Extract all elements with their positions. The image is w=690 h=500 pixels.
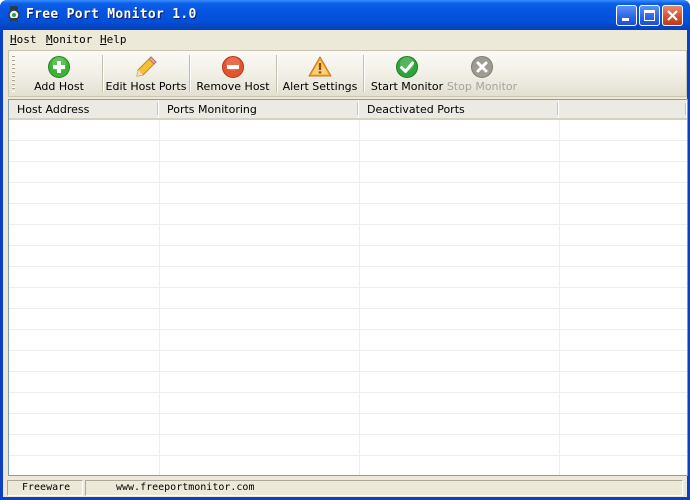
app-window: Free Port Monitor 1.0 Host Monitor Help … bbox=[0, 0, 690, 500]
menu-help[interactable]: Help bbox=[100, 33, 127, 46]
status-bar: Freeware www.freeportmonitor.com bbox=[3, 478, 687, 497]
checkmark-icon bbox=[396, 56, 418, 78]
edit-host-ports-button[interactable]: Edit Host Ports bbox=[105, 51, 187, 96]
column-header-host-address[interactable]: Host Address bbox=[9, 100, 159, 118]
window-title: Free Port Monitor 1.0 bbox=[26, 7, 197, 22]
toolbar-separator bbox=[102, 55, 104, 92]
toolbar-separator bbox=[363, 55, 365, 92]
list-header: Host Address Ports Monitoring Deactivate… bbox=[9, 100, 687, 120]
menu-monitor[interactable]: Monitor bbox=[46, 33, 92, 46]
toolbar-grip[interactable] bbox=[12, 55, 15, 92]
toolbar-separator bbox=[189, 55, 191, 92]
minimize-button[interactable] bbox=[616, 5, 637, 26]
add-icon bbox=[48, 56, 70, 78]
menu-host[interactable]: Host bbox=[10, 33, 37, 46]
table-rows[interactable] bbox=[9, 120, 687, 475]
close-button[interactable] bbox=[662, 5, 683, 26]
stop-monitor-button[interactable]: Stop Monitor bbox=[441, 51, 523, 96]
toolbar-separator bbox=[276, 55, 278, 92]
status-freeware: Freeware bbox=[7, 480, 83, 496]
add-host-button[interactable]: Add Host bbox=[18, 51, 100, 96]
warning-icon bbox=[308, 56, 332, 77]
remove-icon bbox=[222, 56, 244, 78]
status-url: www.freeportmonitor.com bbox=[85, 480, 683, 496]
app-icon bbox=[8, 6, 20, 22]
remove-host-button[interactable]: Remove Host bbox=[192, 51, 274, 96]
toolbar: Add Host Edit Host Ports Remove Host Ale… bbox=[8, 50, 687, 97]
close-icon bbox=[667, 10, 678, 21]
pencil-icon bbox=[136, 56, 157, 77]
column-header-ports-monitoring[interactable]: Ports Monitoring bbox=[159, 100, 359, 118]
menu-bar: Host Monitor Help bbox=[3, 30, 687, 50]
column-divider bbox=[359, 120, 360, 475]
alert-settings-button[interactable]: Alert Settings bbox=[279, 51, 361, 96]
stop-icon bbox=[471, 56, 493, 78]
minimize-icon bbox=[622, 18, 629, 21]
maximize-icon bbox=[644, 10, 655, 21]
column-divider bbox=[559, 120, 560, 475]
host-list[interactable]: Host Address Ports Monitoring Deactivate… bbox=[8, 99, 688, 476]
column-header-deactivated-ports[interactable]: Deactivated Ports bbox=[359, 100, 559, 118]
maximize-button[interactable] bbox=[639, 5, 660, 26]
start-monitor-button[interactable]: Start Monitor bbox=[366, 51, 448, 96]
column-divider bbox=[159, 120, 160, 475]
title-bar[interactable]: Free Port Monitor 1.0 bbox=[0, 0, 690, 30]
column-header-empty[interactable] bbox=[559, 100, 687, 118]
